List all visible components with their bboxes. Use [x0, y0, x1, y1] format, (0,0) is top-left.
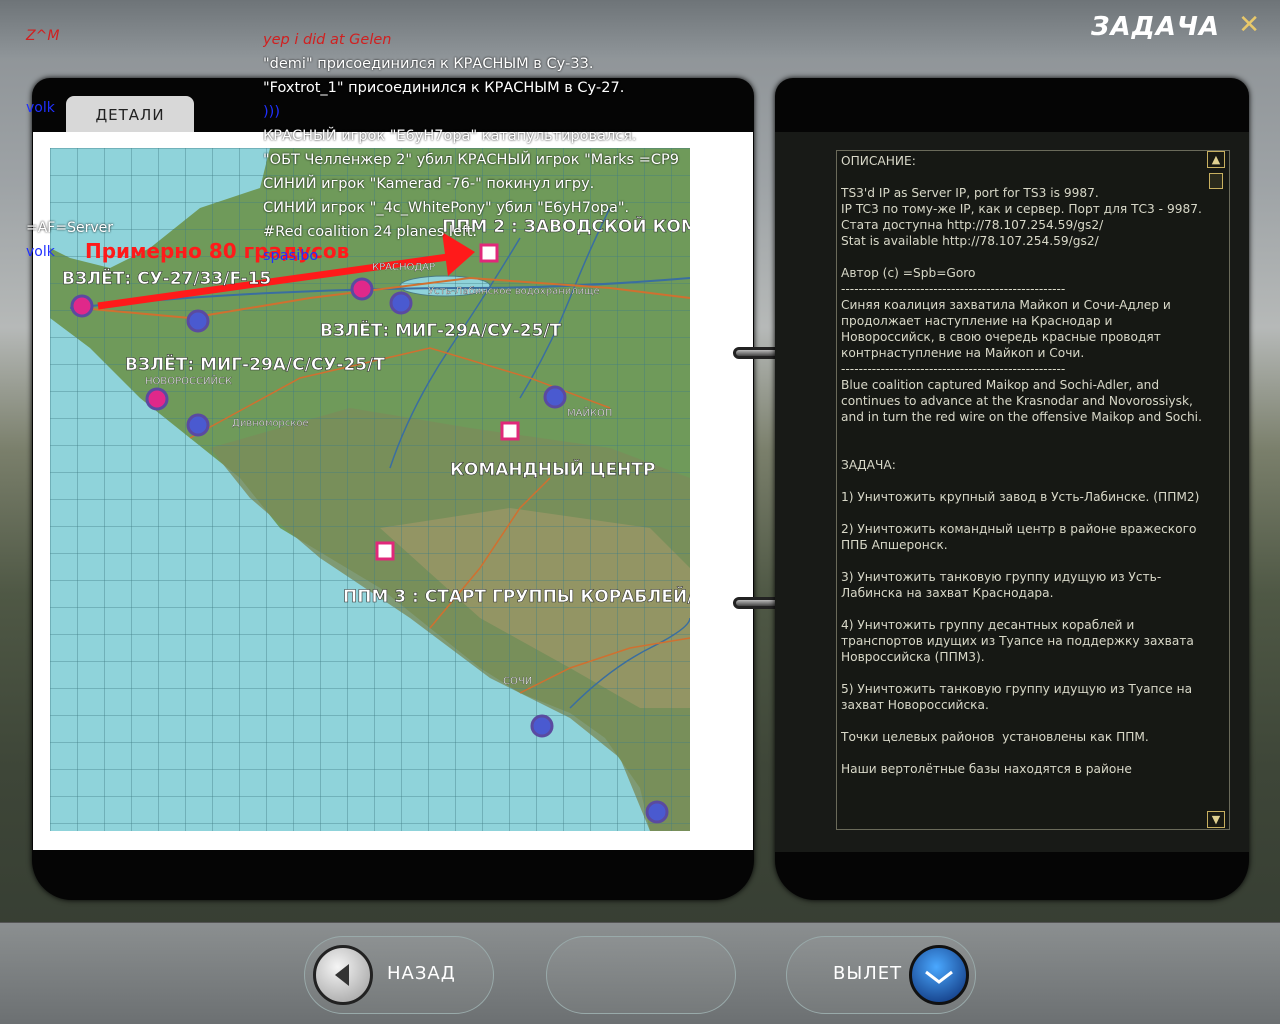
- label-reservoir: Усть-Лабинское водохранилище: [428, 286, 600, 297]
- description-line: ----------------------------------------…: [841, 362, 1066, 376]
- description-line: [841, 665, 1203, 681]
- description-line: 1) Уничтожить крупный завод в Усть-Лабин…: [841, 490, 1200, 504]
- chat-server: =AF=Server: [26, 220, 114, 236]
- chat-volk-1: volk: [26, 100, 55, 116]
- scroll-up-icon[interactable]: ▲: [1207, 151, 1225, 168]
- label-novorossiysk: НОВОРОССИЙСК: [145, 374, 232, 387]
- label-ppm3: ППМ 3 : СТАРТ ГРУППЫ КОРАБЛЕЙ/ДЕСАНТА: [343, 585, 690, 607]
- description-box[interactable]: ОПИСАНИЕ: TS3'd IP as Server IP, port fo…: [836, 150, 1230, 830]
- fly-confirm-icon: [909, 945, 969, 1005]
- label-maykop: МАЙКОП: [567, 406, 612, 419]
- description-line: 4) Уничтожить группу десантных кораблей …: [841, 618, 1198, 664]
- description-line: [841, 441, 1203, 457]
- page-title: ЗАДАЧА: [1090, 12, 1220, 42]
- chat-z-label: Z^M: [26, 28, 60, 44]
- chat-line: "ОБТ Челленжер 2" убил КРАСНЫЙ игрок "Ma…: [263, 152, 679, 168]
- chat-line: КРАСНЫЙ игрок "Е6уН7ора" катапультировал…: [263, 128, 637, 144]
- description-line: [841, 745, 1203, 761]
- chat-line: ))): [263, 104, 280, 120]
- fly-button-label: ВЫЛЕТ: [833, 963, 903, 984]
- description-line: Стата доступна http://78.107.254.59/gs2/: [841, 218, 1104, 232]
- label-divnomorskoe: Дивноморское: [232, 418, 309, 429]
- description-text: ОПИСАНИЕ: TS3'd IP as Server IP, port fo…: [841, 153, 1203, 825]
- description-line: ОПИСАНИЕ:: [841, 154, 916, 168]
- label-takeoff-2: ВЗЛЁТ: МИГ-29А/СУ-25/Т: [320, 319, 562, 341]
- chat-line: yep i did at Gelen: [263, 32, 392, 48]
- label-takeoff-1: ВЗЛЁТ: СУ-27/33/F-15: [62, 267, 271, 289]
- back-arrow-icon: [313, 945, 373, 1005]
- chat-log: yep i did at Gelen "demi" присоединился к…: [263, 28, 733, 268]
- fly-button[interactable]: ВЫЛЕТ: [786, 936, 976, 1014]
- tab-details[interactable]: ДЕТАЛИ: [66, 96, 194, 132]
- label-takeoff-3: ВЗЛЁТ: МИГ-29А/С/СУ-25/Т: [125, 353, 385, 375]
- description-line: [841, 169, 1203, 185]
- chat-line: "Foxtrot_1" присоединился к КРАСНЫМ в Су…: [263, 80, 625, 96]
- scroll-thumb[interactable]: [1209, 173, 1223, 189]
- description-line: [841, 249, 1203, 265]
- chat-volk-2: volk: [26, 244, 55, 260]
- description-line: ----------------------------------------…: [841, 282, 1066, 296]
- chat-line: spasibo: [263, 248, 319, 264]
- label-command-center: КОМАНДНЫЙ ЦЕНТР: [450, 458, 655, 480]
- description-line: 3) Уничтожить танковую группу идущую из …: [841, 570, 1162, 600]
- description-scrollbar[interactable]: ▲ ▼: [1207, 151, 1227, 829]
- waypoint-command-marker: [500, 421, 520, 441]
- description-line: IP TC3 по тому-же IP, как и сервер. Порт…: [841, 202, 1202, 216]
- description-line: Stat is available http://78.107.254.59/g…: [841, 234, 1099, 248]
- description-line: TS3'd IP as Server IP, port for TS3 is 9…: [841, 186, 1099, 200]
- description-line: [841, 601, 1203, 617]
- description-line: Автор (c) =Spb=Goro: [841, 266, 976, 280]
- scroll-down-icon[interactable]: ▼: [1207, 811, 1225, 828]
- description-line: 5) Уничтожить танковую группу идущую из …: [841, 682, 1196, 712]
- label-sochi: СОЧИ: [503, 676, 532, 687]
- description-line: [841, 505, 1203, 521]
- chat-line: #Red coalition 24 planes left.: [263, 224, 478, 240]
- description-line: [841, 425, 1203, 441]
- chat-line: СИНИЙ игрок "Kamerad -76-" покинул игру.: [263, 176, 595, 192]
- description-line: [841, 713, 1203, 729]
- close-icon[interactable]: ✕: [1238, 10, 1260, 40]
- description-line: ЗАДАЧА:: [841, 458, 896, 472]
- description-line: [841, 473, 1203, 489]
- chat-line: СИНИЙ игрок "_4c_WhitePony" убил "Е6уН7о…: [263, 200, 630, 216]
- description-line: Blue coalition captured Maikop and Sochi…: [841, 378, 1202, 424]
- empty-button-slot: [546, 936, 736, 1014]
- description-line: Наши вертолётные базы находятся в районе: [841, 762, 1132, 776]
- back-button[interactable]: НАЗАД: [304, 936, 494, 1014]
- waypoint-ppm3-marker: [375, 541, 395, 561]
- description-line: Синяя коалиция захватила Майкоп и Сочи-А…: [841, 298, 1175, 360]
- description-line: 2) Уничтожить командный центр в районе в…: [841, 522, 1201, 552]
- chat-line: "demi" присоединился к КРАСНЫМ в Су-33.: [263, 56, 594, 72]
- back-button-label: НАЗАД: [387, 963, 456, 984]
- description-line: Точки целевых районов установлены как ПП…: [841, 730, 1149, 744]
- description-line: [841, 553, 1203, 569]
